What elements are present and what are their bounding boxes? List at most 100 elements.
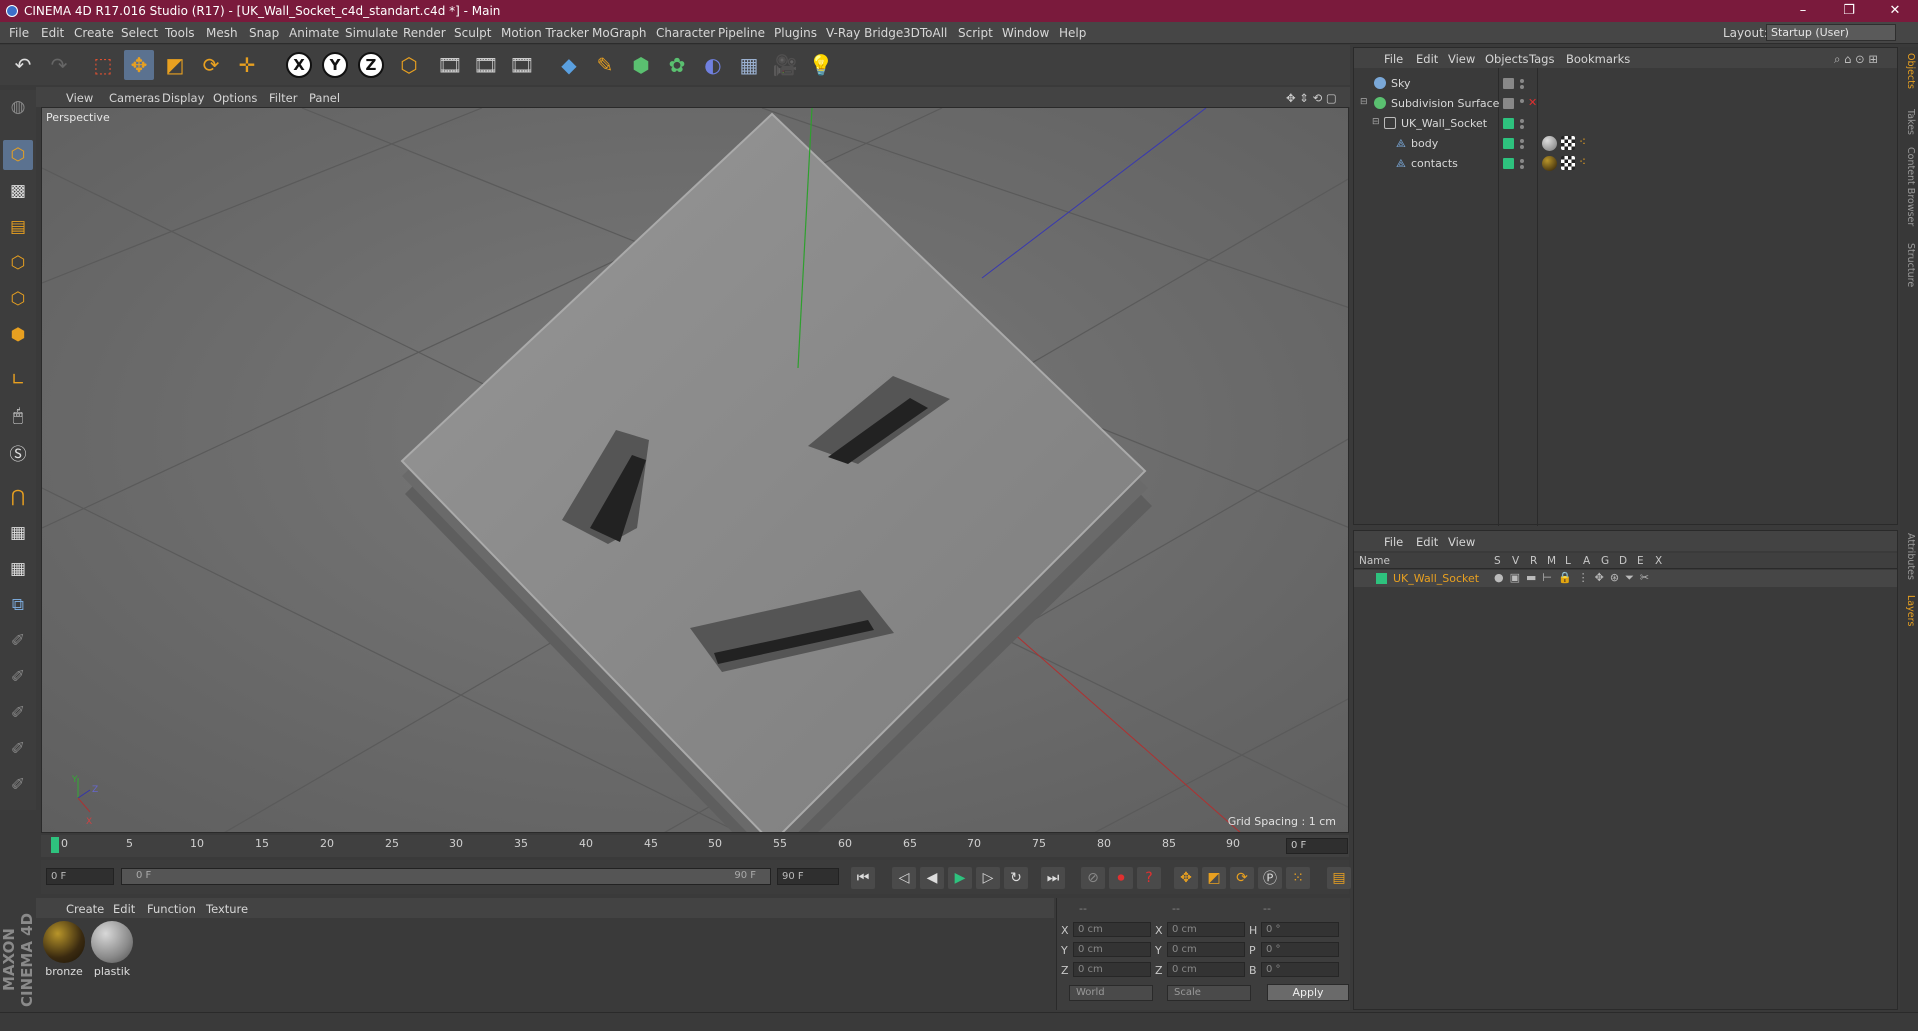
menu-mograph[interactable]: MoGraph (592, 26, 647, 40)
editor-visibility-dot[interactable] (1520, 119, 1524, 123)
move-tool-icon[interactable]: ✥ (124, 50, 154, 80)
y-axis-lock-icon[interactable]: Y (322, 52, 348, 78)
layers-menu-view[interactable]: View (1448, 535, 1475, 549)
keyframe-selection-icon[interactable]: ? (1137, 867, 1161, 889)
position-y-field[interactable]: 0 cm (1073, 942, 1151, 957)
next-frame-icon[interactable]: ▷ (976, 867, 1000, 889)
render-picture-viewer-icon[interactable]: 🎞 (471, 50, 501, 80)
redo-icon[interactable]: ↷ (44, 50, 74, 80)
object-row-uk-wall-socket[interactable]: ⊟ UK_Wall_Socket (1354, 114, 1897, 133)
editor-visibility-dot[interactable] (1520, 159, 1524, 163)
objects-menu-bookmarks[interactable]: Bookmarks (1566, 52, 1630, 66)
live-selection-icon[interactable]: ⬚ (88, 50, 118, 80)
layer-name[interactable]: UK_Wall_Socket (1393, 572, 1479, 585)
layer-row[interactable]: UK_Wall_Socket ●▣▬⊢🔒⋮✥⊛⏷✂ (1354, 570, 1897, 587)
key-scale-icon[interactable]: ◩ (1202, 867, 1226, 889)
transform-tool-icon[interactable]: ✛ (232, 50, 262, 80)
viewport-menu-filter[interactable]: Filter (269, 91, 297, 105)
object-row-contacts[interactable]: ⟁ contacts ⁖ (1354, 154, 1897, 173)
menu-help[interactable]: Help (1059, 26, 1086, 40)
subdivision-surface-icon[interactable]: ⬢ (626, 50, 656, 80)
current-frame-field[interactable]: 0 F (1286, 838, 1348, 854)
paint-tool-icon[interactable]: ✐ (3, 662, 33, 692)
menu-character[interactable]: Character (656, 26, 715, 40)
layers-menu-edit[interactable]: Edit (1416, 535, 1438, 549)
menu-3dtoall[interactable]: 3DToAll (903, 26, 947, 40)
tab-layers[interactable]: Layers (1902, 595, 1916, 626)
position-z-field[interactable]: 0 cm (1073, 962, 1151, 977)
editor-visibility-dot[interactable] (1520, 99, 1524, 103)
layers-menu-file[interactable]: File (1384, 535, 1403, 549)
rotation-h-field[interactable]: 0 ° (1261, 922, 1339, 937)
objects-menu-view[interactable]: View (1448, 52, 1475, 66)
workplane-mode-icon[interactable]: ▤ (3, 212, 33, 242)
close-button[interactable]: ✕ (1872, 0, 1918, 22)
start-frame-field[interactable]: 0 F (46, 868, 114, 885)
menu-tools[interactable]: Tools (165, 26, 195, 40)
key-position-icon[interactable]: ✥ (1174, 867, 1198, 889)
key-pla-icon[interactable]: ⁙ (1286, 867, 1310, 889)
points-mode-icon[interactable]: ⬡ (3, 248, 33, 278)
viewport-menu-display[interactable]: Display (162, 91, 204, 105)
apply-button[interactable]: Apply (1267, 984, 1349, 1001)
rotation-p-field[interactable]: 0 ° (1261, 942, 1339, 957)
material-swatch-bronze[interactable]: bronze (42, 921, 86, 979)
menu-vray-bridge[interactable]: V-Ray Bridge (826, 26, 903, 40)
autokey-icon[interactable]: ⏺ (1109, 867, 1133, 889)
python-icon[interactable]: ⧉ (3, 590, 33, 620)
search-icon[interactable]: ⌕ ⌂ ⊙ ⊞ (1834, 52, 1878, 67)
workplane-icon[interactable]: ▦ (3, 518, 33, 548)
light-icon[interactable]: 💡 (806, 50, 836, 80)
z-axis-lock-icon[interactable]: Z (358, 52, 384, 78)
menu-edit[interactable]: Edit (41, 26, 64, 40)
size-x-field[interactable]: 0 cm (1167, 922, 1245, 937)
menu-window[interactable]: Window (1002, 26, 1049, 40)
object-row-body[interactable]: ⟁ body ⁖ (1354, 134, 1897, 153)
solo-mode-icon[interactable]: Ⓢ (3, 437, 33, 467)
layer-visibility-icon[interactable] (1503, 98, 1514, 109)
key-rotation-icon[interactable]: ⟳ (1230, 867, 1254, 889)
scale-tool-icon[interactable]: ◩ (160, 50, 190, 80)
snap-icon[interactable]: ⋂ (3, 482, 33, 512)
size-y-field[interactable]: 0 cm (1167, 942, 1245, 957)
objects-menu-objects[interactable]: Objects (1485, 52, 1528, 66)
viewport-navigation-icon[interactable]: ✥ ⇕ ⟲ ▢ (1286, 91, 1337, 105)
editor-visibility-dot[interactable] (1520, 139, 1524, 143)
floor-icon[interactable]: ▦ (734, 50, 764, 80)
render-settings-icon[interactable]: 🎞 (507, 50, 537, 80)
minimize-button[interactable]: – (1780, 0, 1826, 22)
undo-icon[interactable]: ↶ (8, 50, 38, 80)
tab-takes[interactable]: Takes (1902, 109, 1916, 135)
tab-attributes[interactable]: Attributes (1902, 533, 1916, 580)
menu-snap[interactable]: Snap (249, 26, 279, 40)
layer-visibility-icon[interactable] (1503, 78, 1514, 89)
perspective-viewport[interactable]: Y Z X Perspective Grid Spacing : 1 cm (41, 107, 1349, 833)
timeline-ruler[interactable]: 0 5 10 15 20 25 30 35 40 45 50 55 60 65 … (41, 835, 1349, 857)
menu-script[interactable]: Script (958, 26, 993, 40)
maximize-button[interactable]: ❐ (1826, 0, 1872, 22)
menu-sculpt[interactable]: Sculpt (454, 26, 491, 40)
uvw-tag-icon[interactable] (1561, 156, 1575, 170)
menu-motion-tracker[interactable]: Motion Tracker (501, 26, 589, 40)
key-parameter-icon[interactable]: Ⓟ (1258, 867, 1282, 889)
spline-pen-icon[interactable]: ✎ (590, 50, 620, 80)
next-key-icon[interactable]: ↻ (1004, 867, 1028, 889)
material-menu-edit[interactable]: Edit (113, 902, 135, 916)
viewport-menu-view[interactable]: View (66, 91, 93, 105)
render-visibility-dot[interactable] (1520, 125, 1524, 129)
render-view-icon[interactable]: 🎞 (435, 50, 465, 80)
mograph-cloner-icon[interactable]: ✿ (662, 50, 692, 80)
make-editable-icon[interactable]: ◍ (3, 92, 33, 122)
timeline-window-icon[interactable]: ▤ (1327, 867, 1351, 889)
tab-objects[interactable]: Objects (1902, 53, 1916, 89)
x-axis-lock-icon[interactable]: X (286, 52, 312, 78)
viewport-menu-options[interactable]: Options (213, 91, 257, 105)
transform-mode-dropdown[interactable]: Scale (1167, 985, 1251, 1001)
phong-tag-icon[interactable]: ⁖ (1579, 135, 1586, 149)
layer-color-swatch[interactable] (1503, 138, 1514, 149)
phong-tag-icon[interactable]: ⁖ (1579, 155, 1586, 169)
uvw-tag-icon[interactable] (1561, 136, 1575, 150)
tweak-mode-icon[interactable]: 🖱 (3, 401, 33, 431)
menu-file[interactable]: File (9, 26, 29, 40)
menu-simulate[interactable]: Simulate (345, 26, 398, 40)
